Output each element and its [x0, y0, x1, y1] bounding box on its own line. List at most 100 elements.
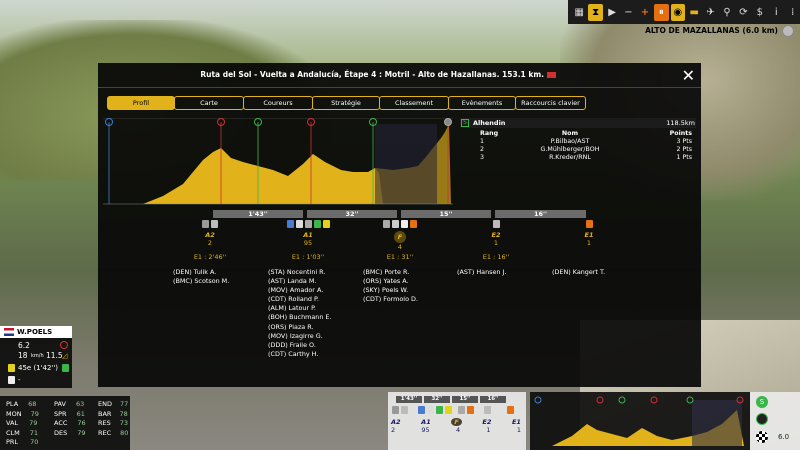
table-row: 2 G.Mühlberger/BOH 2 Pts: [480, 146, 692, 153]
tab-classement[interactable]: Classement: [379, 96, 449, 110]
tab-raccourcis[interactable]: Raccourcis clavier: [515, 96, 586, 110]
mini-profile-chart[interactable]: [532, 394, 748, 448]
jerseys: [368, 220, 432, 228]
jersey-icon: [304, 220, 312, 228]
rider-dash: -: [18, 376, 21, 384]
stat-row: END 77: [98, 400, 129, 408]
stat-row: CLM 71: [6, 428, 39, 437]
col-name: Nom: [561, 130, 579, 137]
group-e1[interactable]: E1 1: [569, 220, 609, 247]
climb-marker-icon: [650, 396, 658, 404]
jersey-icon: [383, 220, 390, 228]
finish-flag-icon[interactable]: [756, 431, 768, 443]
motorbike-icon[interactable]: ⚲: [720, 4, 734, 21]
settings-icon[interactable]: [782, 25, 794, 37]
group-riders: (STA) Nocentini R. (AST) Landa M. (MOV) …: [268, 268, 332, 358]
mini-gap: 16'': [480, 396, 506, 403]
jersey-yellow-icon: [8, 364, 15, 372]
jersey-icon: [211, 220, 218, 228]
jersey-green-icon: [62, 364, 69, 372]
sprint-icon: S: [461, 119, 469, 127]
group-a1[interactable]: A1 95 E1 : 1'03'': [273, 220, 343, 261]
mini-current-segment: [692, 400, 742, 446]
gap-bar: 16'': [495, 210, 586, 218]
pause-icon[interactable]: ⏸: [654, 3, 669, 21]
info-icon[interactable]: i: [769, 4, 783, 21]
mini-jerseys: [392, 406, 514, 414]
stats-col-3: END 77 BAR 78 RES 73 REC 80: [98, 400, 128, 438]
play-icon[interactable]: ▶: [605, 4, 619, 21]
cycle-icon[interactable]: ⟳: [736, 4, 750, 21]
climb-marker-icon: [596, 396, 604, 404]
profile-area: [103, 148, 383, 204]
car-icon[interactable]: ▬: [687, 4, 701, 21]
group-count: 2: [207, 239, 213, 247]
stat-row: ACC 76: [54, 419, 86, 427]
stat-row: MON 79: [6, 409, 39, 418]
rider-kmh: 18: [18, 351, 28, 360]
jersey-icon: [286, 220, 294, 228]
rider-grade: 11.5: [46, 351, 63, 360]
energy-icon: [60, 341, 68, 349]
minus-icon[interactable]: −: [621, 4, 635, 21]
dollar-icon[interactable]: $: [753, 4, 767, 21]
mini-gap: 1'43'': [396, 396, 422, 403]
jersey-icon: [295, 220, 303, 228]
jersey-white-icon: [8, 376, 15, 384]
finish-marker-icon: [444, 118, 452, 126]
flag-icon: [546, 72, 556, 78]
group-riders: (DEN) Kangert T.: [552, 268, 606, 276]
timer-icon[interactable]: [756, 413, 768, 425]
mini-counts: 2 95 4 1 1: [391, 426, 521, 434]
group-count: 4: [397, 243, 403, 251]
jersey-icon: [322, 220, 330, 228]
close-icon[interactable]: ✕: [682, 66, 695, 85]
group-count: 1: [493, 239, 499, 247]
gap-bar: 32'': [307, 210, 397, 218]
group-code: F: [394, 231, 406, 243]
group-code: A1: [303, 231, 313, 239]
rider-position: 45e (1'42''): [18, 364, 59, 372]
col-points: Points: [669, 130, 692, 137]
group-riders: (DEN) Tulik A. (BMC) Scotson M.: [173, 268, 230, 286]
plane-icon[interactable]: ✈: [703, 4, 717, 21]
stats-col-1: PLA 68 MON 79 VAL 79 CLM 71 PRL 70: [6, 400, 39, 448]
jerseys: [273, 220, 343, 228]
stat-row: PRL 70: [6, 438, 39, 446]
plus-icon[interactable]: +: [638, 4, 652, 21]
tab-coureurs[interactable]: Coureurs: [243, 96, 313, 110]
group-count: 1: [586, 239, 592, 247]
jersey-icon: [392, 220, 399, 228]
jerseys: [190, 220, 230, 228]
group-code: E2: [491, 231, 501, 239]
col-rank: Rang: [480, 130, 499, 137]
stat-row: PAV 63: [54, 400, 85, 408]
dialog-title: Ruta del Sol - Vuelta a Andalucía, Étape…: [98, 70, 658, 79]
hourglass-icon[interactable]: ⧗: [588, 3, 603, 21]
group-riders: (AST) Hansen J.: [457, 268, 507, 276]
calendar-icon[interactable]: ▦: [572, 4, 586, 21]
stat-row: DES 79: [54, 428, 86, 437]
group-f[interactable]: F 4 E1 : 31'': [368, 220, 432, 261]
current-segment: [375, 124, 437, 204]
jersey-icon: [401, 220, 408, 228]
tab-bar: Profil Carte Coureurs Stratégie Classeme…: [107, 96, 586, 110]
divider: [98, 87, 701, 88]
table-row: 1 P.Bilbao/AST 3 Pts: [480, 138, 692, 145]
tab-profil[interactable]: Profil: [107, 96, 175, 110]
stat-row: RES 73: [98, 419, 129, 427]
group-e2[interactable]: E2 1 E1 : 16'': [476, 220, 516, 261]
grid-icon[interactable]: ⁞: [785, 4, 799, 21]
sprint-icon[interactable]: S: [756, 396, 768, 408]
tab-carte[interactable]: Carte: [174, 96, 244, 110]
tab-strategie[interactable]: Stratégie: [312, 96, 380, 110]
jersey-icon: [492, 220, 500, 228]
stage-profile-chart[interactable]: [103, 118, 453, 206]
stat-row: REC 80: [98, 428, 129, 437]
rider-speed-value: 6.2: [18, 341, 30, 350]
rider-stats: PLA 68 MON 79 VAL 79 CLM 71 PRL 70 PAV 63 SPR 6…: [0, 396, 130, 450]
group-a2[interactable]: A2 2 E1 : 2'46'': [190, 220, 230, 261]
eye-icon[interactable]: ◉: [670, 3, 685, 21]
tab-evenements[interactable]: Evènements: [448, 96, 516, 110]
gap-bar: 1'43'': [213, 210, 303, 218]
